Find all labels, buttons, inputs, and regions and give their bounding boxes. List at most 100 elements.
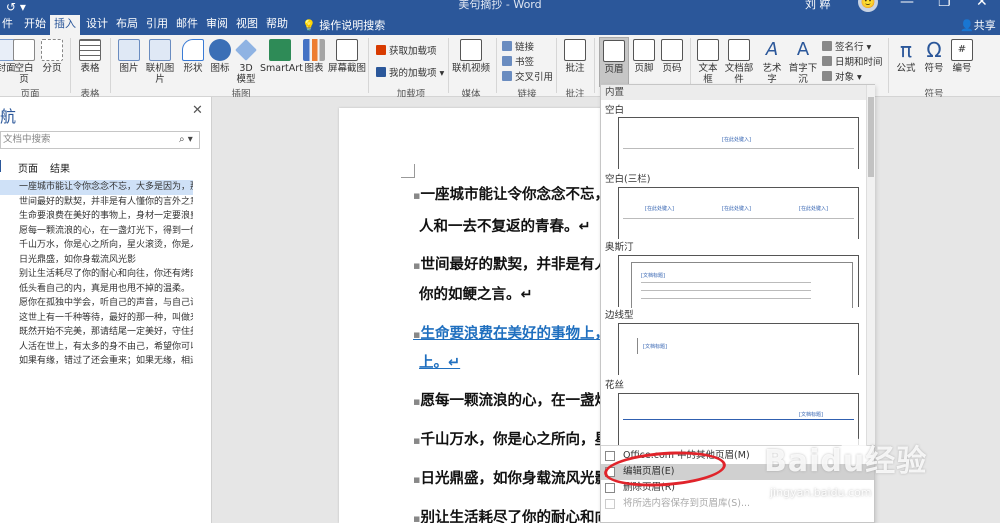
nav-heading-item[interactable]: 既然开始不完美，那请结尾一定美好，守住美... (0, 325, 193, 340)
nav-heading-item[interactable]: 千山万水，你是心之所向，星火滚烫，你是人... (0, 238, 193, 253)
header-option-blank-three-column[interactable]: [在此处键入] [在此处键入] [在此处键入] (618, 187, 859, 239)
search-icon[interactable]: ⌕ ▾ (179, 132, 193, 148)
table-button[interactable]: 表格 (76, 39, 104, 74)
restore-button[interactable]: ❐ (938, 0, 951, 10)
document-paragraph[interactable]: ▪千山万水，你是心之所向，星 (413, 430, 609, 451)
share-button[interactable]: 👤共享 (960, 17, 996, 33)
document-paragraph[interactable]: ▪日光鼎盛，如你身载流风光影 (413, 469, 609, 490)
header-option-label: 花丝 (605, 380, 625, 391)
nav-heading-item[interactable]: 生命要浪费在美好的事物上，身材一定要浪费... (0, 209, 193, 224)
table-label: 表格 (80, 63, 100, 74)
minimize-button[interactable]: — (900, 0, 914, 10)
nav-heading-item[interactable]: 人活在世上，有太多的身不由己，希望你可以... (0, 340, 193, 355)
nav-tab-results[interactable]: 结果 (50, 160, 70, 175)
page-break-button[interactable]: 分页 (40, 39, 64, 74)
nav-heading-item[interactable]: 日光鼎盛，如你身载流风光影 (0, 253, 193, 268)
online-video-button[interactable]: 联机视频 (452, 39, 490, 74)
nav-heading-item[interactable]: 如果有缘，错过了还会重来；如果无缘，相遇... (0, 354, 193, 369)
nav-search-input[interactable]: 文档中搜索 ⌕ ▾ (0, 131, 200, 149)
comment-icon (564, 39, 586, 61)
close-icon[interactable]: ✕ (192, 103, 203, 118)
tab-insert[interactable]: 插入 (50, 15, 80, 35)
document-paragraph[interactable]: 你的如鲠之言。↵ (419, 285, 533, 305)
header-option-austin[interactable]: [文档标题] (618, 255, 859, 308)
icons-button[interactable]: 图标 (208, 39, 232, 74)
user-name[interactable]: 刘 粹 (805, 0, 831, 12)
nav-heading-item[interactable]: 一座城市能让令你念念不忘，大多是因为，那... (0, 180, 193, 195)
placeholder-text: [在此处键入] (799, 206, 828, 212)
file-tab[interactable]: 件 (0, 15, 17, 35)
document-paragraph[interactable]: 人和一去不复返的青春。↵ (419, 217, 591, 237)
nav-heading-item[interactable]: 世间最好的默契，并非是有人懂你的言外之意... (0, 195, 193, 210)
pictures-button[interactable]: 图片 (116, 39, 142, 74)
header-button[interactable]: 页眉 (599, 37, 629, 87)
nav-heading-item[interactable]: 愿每一颗流浪的心，在一盏灯光下，得到一份... (0, 224, 193, 239)
blank-page-button[interactable]: 空白页 (10, 39, 38, 85)
addins-icon (376, 67, 386, 77)
shapes-button[interactable]: 形状 (180, 39, 206, 74)
tab-layout[interactable]: 布局 (112, 15, 142, 35)
tab-view[interactable]: 视图 (232, 15, 262, 35)
tab-review[interactable]: 审阅 (202, 15, 232, 35)
object-label: 对象 (835, 72, 855, 83)
crossref-label: 交叉引用 (515, 72, 554, 83)
header-option-blank[interactable]: [在此处键入] (618, 117, 859, 169)
screenshot-button[interactable]: 屏幕截图 (328, 39, 366, 74)
nav-heading-item[interactable]: 别让生活耗尽了你的耐心和向往，你还有烤肉... (0, 267, 193, 282)
link-button[interactable]: 链接 (502, 39, 534, 53)
nav-heading-item[interactable]: 低头看自己的内，真是用也甩不掉的温柔。 (0, 282, 193, 297)
margin-corner-mark (401, 164, 415, 178)
close-button[interactable]: ✕ (976, 0, 988, 10)
quickparts-button[interactable]: 文档部件 (722, 39, 756, 85)
table-icon (79, 39, 101, 61)
3d-models-button[interactable]: 3D 模型 (234, 39, 258, 85)
wordart-button[interactable]: A 艺术字 (758, 39, 786, 85)
equation-button[interactable]: π 公式 (894, 39, 918, 74)
comment-button[interactable]: 批注 (562, 39, 588, 74)
lightbulb-icon: 💡 (302, 19, 316, 32)
symbol-button[interactable]: Ω 符号 (922, 39, 946, 74)
page-break-label: 分页 (42, 63, 62, 74)
tell-me-label: 操作说明搜索 (319, 19, 386, 32)
bookmark-button[interactable]: 书签 (502, 54, 534, 68)
my-addins-button[interactable]: 我的加载项 ▾ (376, 65, 444, 79)
page-number-button[interactable]: 页码 (660, 39, 684, 74)
scrollbar-thumb[interactable] (868, 97, 874, 177)
header-option-label: 奥斯汀 (605, 242, 634, 253)
tab-design[interactable]: 设计 (82, 15, 112, 35)
nav-heading-item[interactable]: 这世上有一千种等待，最好的那一种，叫做来... (0, 311, 193, 326)
crossref-button[interactable]: 交叉引用 (502, 69, 553, 83)
document-paragraph[interactable]: ▪愿每一颗流浪的心，在一盏灯 (413, 391, 609, 412)
tell-me-search[interactable]: 💡 操作说明搜索 (302, 17, 385, 33)
nav-tabs: 页面 结果 (0, 160, 210, 176)
watermark-brand: Baidu经验 (764, 444, 928, 479)
object-button[interactable]: 对象 ▾ (822, 69, 862, 83)
signature-button[interactable]: 签名行 ▾ (822, 39, 871, 53)
header-option-sideline[interactable]: [文档标题] (618, 323, 859, 375)
tab-mailings[interactable]: 邮件 (172, 15, 202, 35)
number-button[interactable]: # 编号 (950, 39, 974, 74)
document-paragraph[interactable]: ▪生命要浪费在美好的事物上， (413, 324, 609, 345)
document-paragraph[interactable]: ▪一座城市能让令你念念不忘， (413, 185, 609, 206)
smartart-button[interactable]: SmartArt (260, 39, 303, 74)
nav-tab-headings-marker[interactable] (0, 160, 1, 172)
textbox-button[interactable]: 文本框 (694, 39, 722, 85)
chart-button[interactable]: 图表 (302, 39, 326, 74)
footer-button[interactable]: 页脚 (632, 39, 656, 74)
tab-home[interactable]: 开始 (20, 15, 50, 35)
crossref-icon (502, 71, 512, 81)
dropcap-button[interactable]: A 首字下沉 (786, 39, 820, 85)
datetime-button[interactable]: 日期和时间 (822, 54, 883, 68)
document-paragraph[interactable]: ▪世间最好的默契，并非是有人 (413, 255, 609, 276)
nav-tab-pages[interactable]: 页面 (18, 160, 38, 175)
get-addins-button[interactable]: 获取加载项 (376, 43, 437, 57)
signature-label: 签名行 (835, 42, 864, 53)
gallery-scrollbar[interactable] (866, 85, 875, 445)
tab-help[interactable]: 帮助 (262, 15, 292, 35)
tab-references[interactable]: 引用 (142, 15, 172, 35)
header-option-label: 边线型 (605, 310, 634, 321)
online-pictures-button[interactable]: 联机图片 (142, 39, 178, 85)
document-paragraph[interactable]: 上。↵ (419, 353, 460, 373)
page-number-label: 页码 (662, 63, 682, 74)
nav-heading-item[interactable]: 愿你在孤独中学会，听自己的声音，与自己说... (0, 296, 193, 311)
